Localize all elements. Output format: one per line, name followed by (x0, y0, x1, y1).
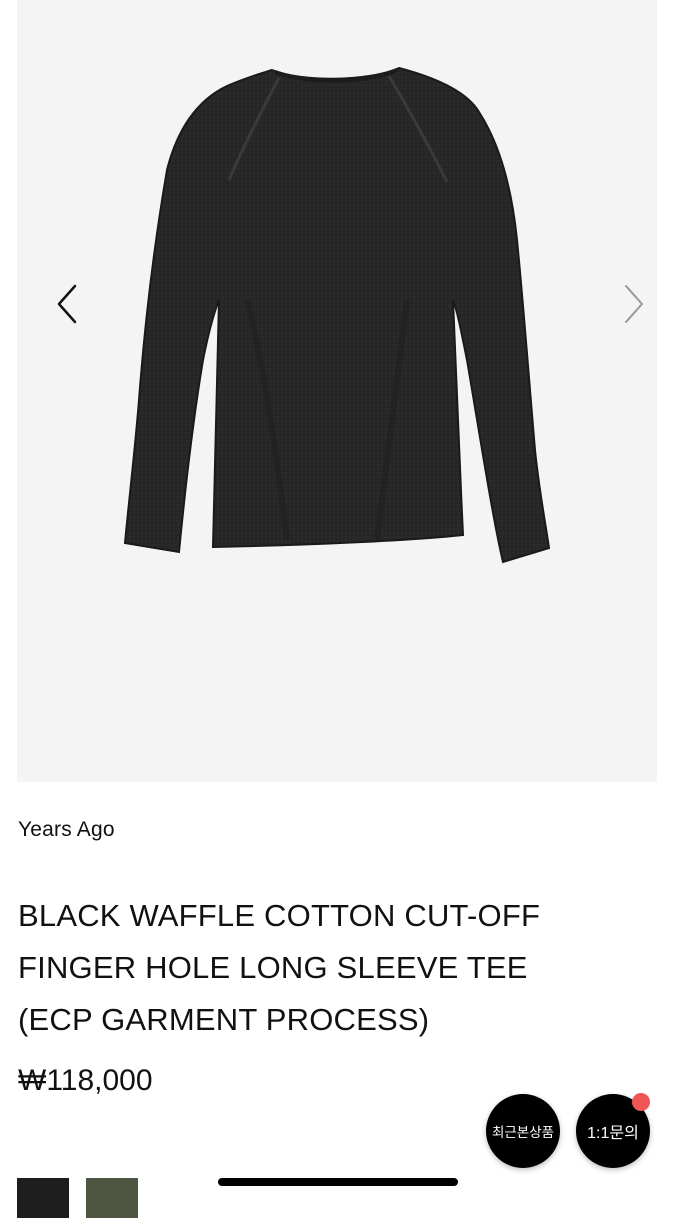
product-image-gallery[interactable] (17, 0, 657, 782)
inquiry-label: 1:1문의 (587, 1125, 639, 1142)
recent-products-label: 최근본상품 (491, 1125, 555, 1140)
color-swatch-black[interactable] (17, 1178, 69, 1218)
recent-products-button[interactable]: 최근본상품 (486, 1094, 560, 1168)
product-price: ₩118,000 (18, 1064, 153, 1097)
product-image (123, 66, 551, 564)
gallery-prev-button[interactable] (47, 280, 87, 328)
color-swatch-olive[interactable] (86, 1178, 138, 1218)
gallery-next-button[interactable] (614, 280, 654, 328)
chevron-right-icon (625, 285, 643, 323)
brand-name[interactable]: Years Ago (18, 818, 115, 842)
product-title: BLACK WAFFLE COTTON CUT-OFF FINGER HOLE … (18, 898, 541, 1037)
chevron-left-icon (57, 284, 77, 324)
notification-dot (632, 1093, 650, 1111)
home-indicator (218, 1178, 458, 1186)
